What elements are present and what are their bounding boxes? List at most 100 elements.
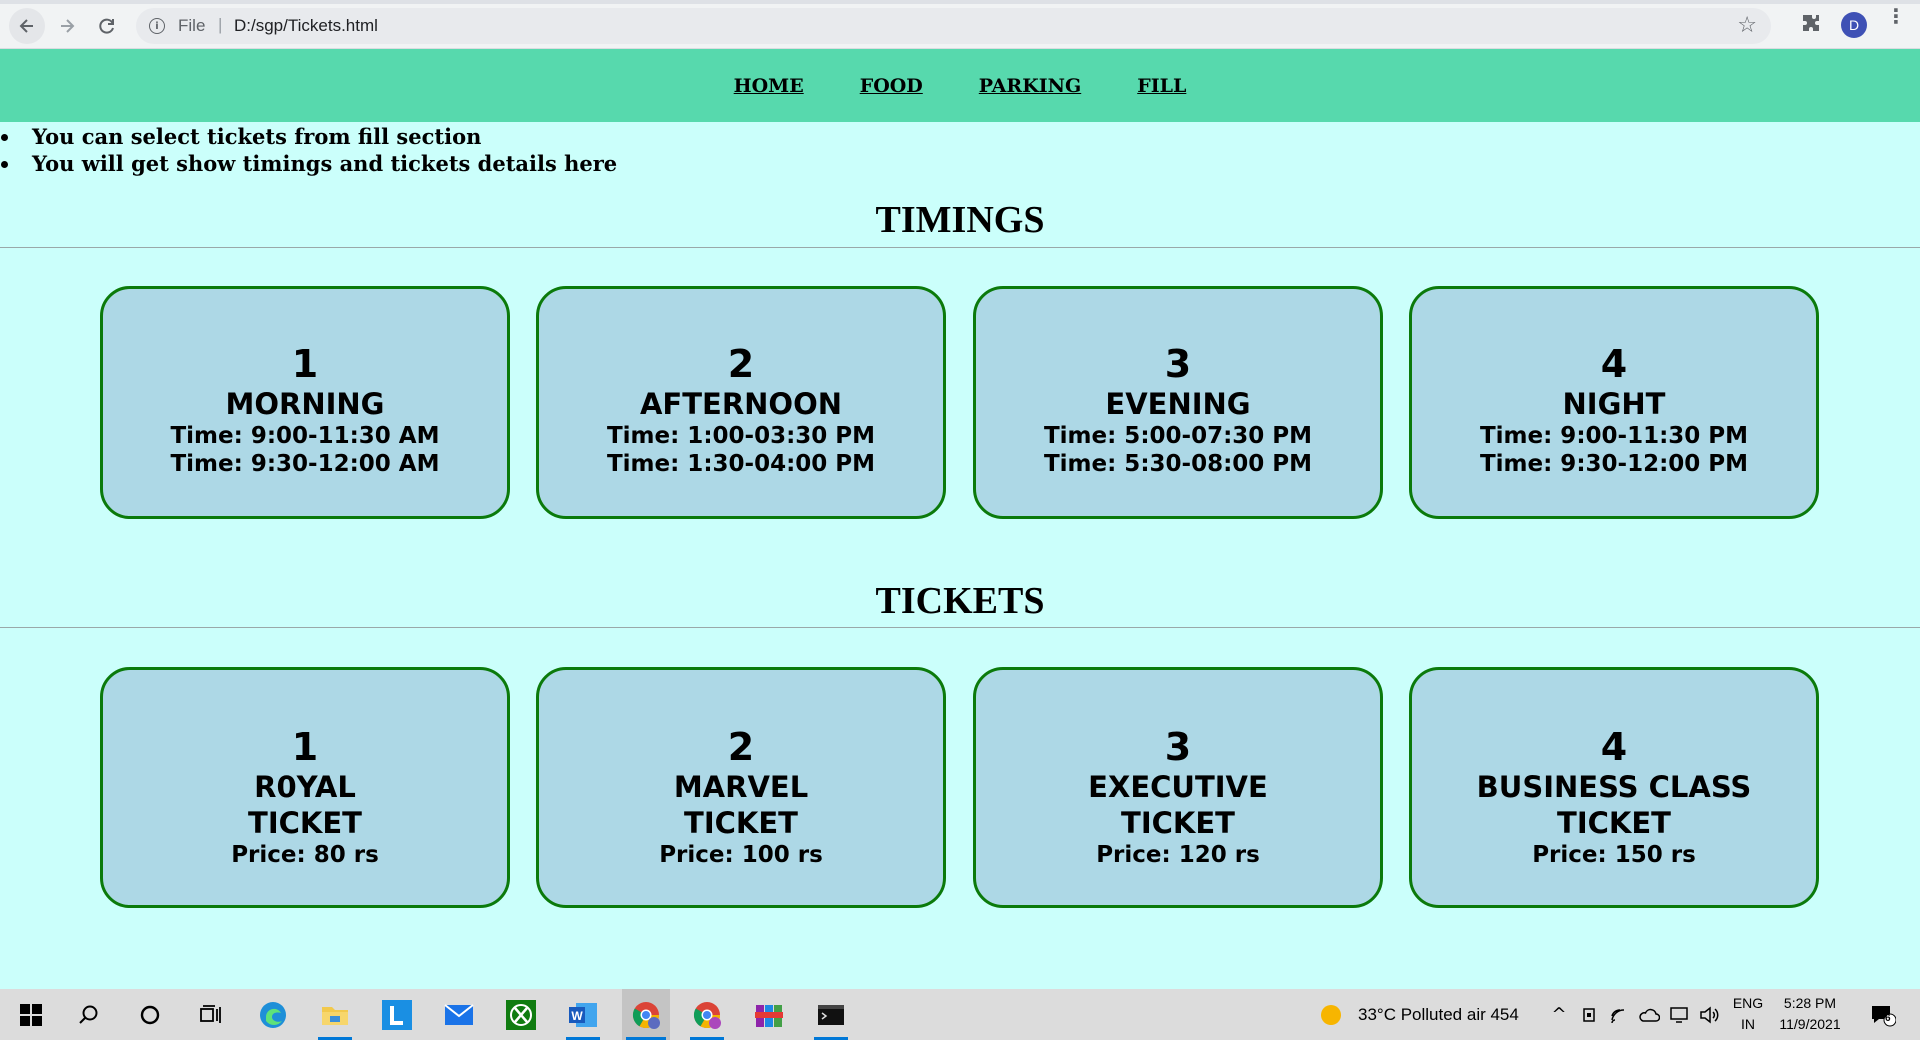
card-subtitle: TICKET [684,806,798,840]
card-subtitle: TICKET [248,806,362,840]
card-title: NIGHT [1562,387,1666,421]
task-view-button[interactable] [190,989,232,1040]
reload-icon [99,18,114,34]
taskbar-mail[interactable] [438,989,480,1040]
divider [0,627,1920,628]
card-price: Price: 150 rs [1532,842,1696,868]
ticket-card[interactable]: 1 R0YAL TICKET Price: 80 rs [100,667,510,908]
notification-icon [1872,1005,1896,1026]
meet-now-icon[interactable] [1578,989,1602,1040]
list-item: You will get show timings and tickets de… [0,150,617,177]
ticket-card[interactable]: 3 EXECUTIVE TICKET Price: 120 rs [973,667,1383,908]
card-title: AFTERNOON [639,387,843,421]
xbox-icon [506,999,536,1030]
timing-card: 3 EVENING Time: 5:00-07:30 PM Time: 5:30… [973,286,1383,519]
onedrive-cloud-icon[interactable] [1637,989,1661,1040]
card-title: MORNING [225,387,385,421]
weather-sun-icon[interactable] [1318,989,1344,1040]
divider [0,247,1920,248]
card-number: 4 [1600,342,1628,386]
info-icon[interactable]: i [149,18,165,34]
ticket-card[interactable]: 2 MARVEL TICKET Price: 100 rs [536,667,946,908]
svg-text:W: W [571,1009,583,1023]
taskbar-word[interactable]: W [562,989,604,1040]
url-scheme: File [178,16,206,35]
forward-button[interactable] [49,8,85,44]
card-number: 3 [1164,342,1192,386]
wifi-icon[interactable] [1608,989,1632,1040]
card-title: EVENING [1105,387,1251,421]
notification-center-button[interactable]: 6 [1865,989,1901,1040]
card-number: 4 [1600,725,1628,769]
word-icon: W [569,1002,597,1027]
nav-fill-link[interactable]: FILL [1137,75,1186,97]
taskbar-chrome-active[interactable] [622,989,670,1040]
ticket-card[interactable]: 4 BUSINESS CLASS TICKET Price: 150 rs [1409,667,1819,908]
card-title: EXECUTIVE [1088,770,1268,804]
edge-browser-icon [260,1001,286,1028]
taskbar-winrar[interactable] [748,989,790,1040]
card-time: Time: 1:00-03:30 PM [606,423,876,449]
cortana-button[interactable] [129,989,171,1040]
windows-logo-icon [20,1003,42,1026]
folder-icon [322,1006,348,1025]
bookmark-star-icon[interactable]: ☆ [1737,13,1757,38]
card-time: Time: 9:30-12:00 PM [1479,451,1749,477]
card-time: Time: 1:30-04:00 PM [606,451,876,477]
timing-card: 4 NIGHT Time: 9:00-11:30 PM Time: 9:30-1… [1409,286,1819,519]
speaker-icon[interactable] [1697,989,1721,1040]
cortana-circle-icon [140,1005,160,1024]
chevron-up-icon[interactable]: ^ [1547,989,1571,1040]
tab-strip [0,0,1920,4]
arrow-right-icon [61,19,75,33]
language-code[interactable]: ENG [1730,995,1766,1011]
mail-icon [444,1003,474,1025]
card-time: Time: 9:00-11:30 AM [170,423,440,449]
clock-time[interactable]: 5:28 PM [1772,995,1848,1011]
site-navbar: HOME FOOD PARKING FILL [0,49,1920,122]
card-number: 2 [727,342,755,386]
list-item: You can select tickets from fill section [0,123,617,150]
card-number: 2 [727,725,755,769]
card-time: Time: 9:00-11:30 PM [1479,423,1749,449]
card-number: 3 [1164,725,1192,769]
taskbar-terminal[interactable] [810,989,852,1040]
url-text[interactable]: D:/sgp/Tickets.html [234,16,378,36]
address-bar[interactable]: i File | D:/sgp/Tickets.html ☆ [136,8,1771,44]
url-separator: | [218,15,223,34]
notification-count: 6 [1885,1013,1891,1024]
network-display-icon[interactable] [1667,989,1691,1040]
timing-card: 2 AFTERNOON Time: 1:00-03:30 PM Time: 1:… [536,286,946,519]
taskbar-chrome-profile[interactable] [686,989,728,1040]
clock-date[interactable]: 11/9/2021 [1772,1016,1848,1032]
info-list: You can select tickets from fill section… [0,123,617,177]
nav-parking-link[interactable]: PARKING [979,75,1081,97]
nav-food-link[interactable]: FOOD [860,75,923,97]
archive-books-icon [755,1004,783,1027]
chrome-browser-icon [693,1001,721,1029]
taskbar-edge[interactable] [252,989,294,1040]
weather-text[interactable]: 33°C Polluted air 454 [1358,1005,1519,1025]
reload-button[interactable] [89,8,125,44]
nav-home-link[interactable]: HOME [734,75,804,97]
card-title: MARVEL [673,770,809,804]
timing-card: 1 MORNING Time: 9:00-11:30 AM Time: 9:30… [100,286,510,519]
letter-l-app-icon [382,999,412,1030]
card-number: 1 [291,342,319,386]
taskbar-file-explorer[interactable] [314,989,356,1040]
card-subtitle: TICKET [1121,806,1235,840]
search-button[interactable] [68,989,110,1040]
language-region[interactable]: IN [1730,1016,1766,1032]
card-time: Time: 5:00-07:30 PM [1043,423,1313,449]
start-button[interactable] [10,989,52,1040]
card-time: Time: 9:30-12:00 AM [170,451,440,477]
taskbar-app-l[interactable] [376,989,418,1040]
menu-kebab-icon[interactable]: ⋮ [1886,6,1906,26]
card-title: R0YAL [254,770,356,804]
timings-heading: TIMINGS [875,199,1045,241]
back-button[interactable] [9,8,45,44]
card-time: Time: 5:30-08:00 PM [1043,451,1313,477]
profile-avatar[interactable]: D [1841,12,1867,38]
extensions-puzzle-icon[interactable] [1800,12,1824,36]
taskbar-xbox[interactable] [500,989,542,1040]
